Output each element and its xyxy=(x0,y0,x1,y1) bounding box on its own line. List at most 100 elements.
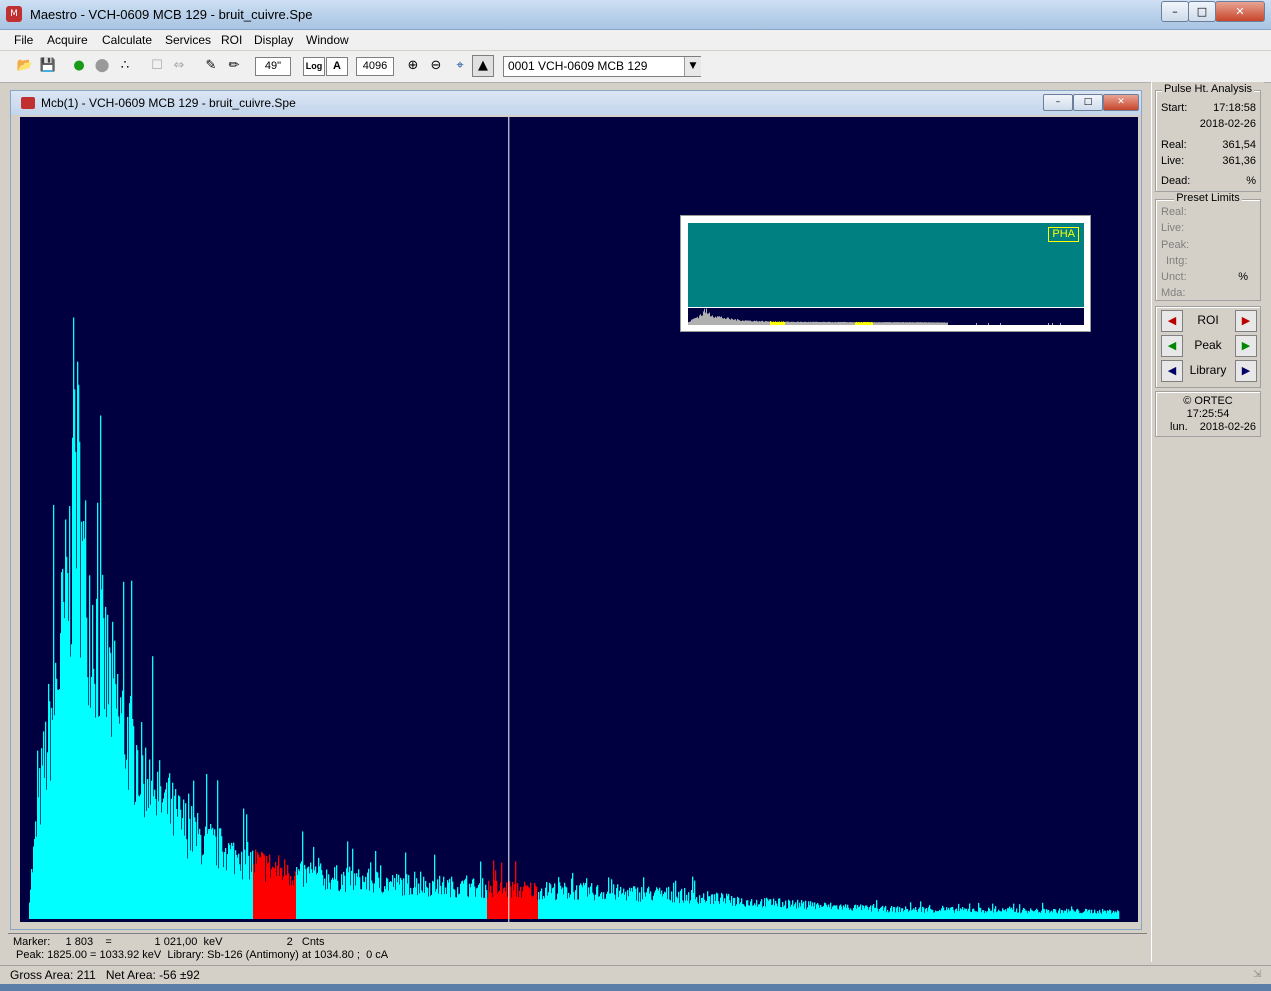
roi-prev-button[interactable]: ◀ xyxy=(1161,310,1183,332)
inset-bar xyxy=(769,321,770,325)
maestro-app-icon[interactable]: M xyxy=(6,6,22,22)
stop-acquisition-icon[interactable]: ⬤ xyxy=(91,55,113,77)
start-time: 17:18:58 xyxy=(1213,102,1256,114)
inset-bar xyxy=(825,321,826,325)
roi-clear-icon[interactable]: ✏ xyxy=(223,55,245,77)
inset-bar xyxy=(707,313,708,325)
inset-bar xyxy=(700,314,701,325)
child-restore-button[interactable]: □ xyxy=(1073,94,1103,111)
child-close-button[interactable]: ✕ xyxy=(1103,94,1139,111)
roi-mark-icon[interactable]: ✎ xyxy=(200,55,222,77)
copy-buffer-icon[interactable]: ☐ xyxy=(146,55,168,77)
inset-bar xyxy=(753,321,754,325)
toolbar: 📂 💾 ● ⬤ ∴ ☐ ⇔ ✎ ✏ 49" Log A 4096 ⊕ ⊖ ⌖ ▲… xyxy=(0,51,1271,83)
start-date: 2018-02-26 xyxy=(1199,118,1256,130)
inset-bar xyxy=(844,321,845,325)
menu-window[interactable]: Window xyxy=(306,33,349,47)
center-icon[interactable]: ⌖ xyxy=(449,55,471,77)
inset-bar xyxy=(729,319,730,325)
swap-buffer-icon[interactable]: ⇔ xyxy=(168,55,190,77)
inset-bar xyxy=(847,322,848,325)
start-acquisition-icon[interactable]: ● xyxy=(68,55,90,77)
inset-bar xyxy=(741,320,742,325)
inset-bar xyxy=(795,322,796,325)
inset-bar xyxy=(749,320,750,325)
inset-bar xyxy=(791,321,792,325)
inset-bar xyxy=(869,322,870,325)
menu-file[interactable]: File xyxy=(14,33,33,47)
inset-bar xyxy=(691,319,692,325)
inset-bar xyxy=(867,321,868,325)
inset-bar xyxy=(942,322,943,325)
peak-prev-button[interactable]: ◀ xyxy=(1161,335,1183,357)
inset-bar xyxy=(887,322,888,325)
inset-bar xyxy=(911,322,912,325)
inset-bar xyxy=(784,321,785,325)
inset-bar xyxy=(688,322,689,325)
inset-bar xyxy=(875,322,876,325)
maximize-button[interactable]: □ xyxy=(1188,1,1216,22)
inset-bar xyxy=(895,322,896,325)
marker-info: Marker: 1 803 = 1 021,00 keV 2 Cnts xyxy=(13,936,325,948)
inset-bar xyxy=(807,322,808,325)
inset-bar xyxy=(701,315,702,325)
detector-select[interactable]: 0001 VCH-0609 MCB 129 ▼ xyxy=(503,56,701,77)
inset-bar xyxy=(920,322,921,325)
spectrum-window-icon[interactable] xyxy=(21,97,35,109)
open-file-icon[interactable]: 📂 xyxy=(14,55,36,77)
save-icon[interactable]: 💾 xyxy=(37,55,59,77)
inset-bar xyxy=(767,321,768,325)
inset-bar xyxy=(872,322,873,325)
inset-bar xyxy=(773,321,774,325)
zoom-out-icon[interactable]: ⊖ xyxy=(425,55,447,77)
inset-bar xyxy=(855,322,856,325)
status-side-panel: Pulse Ht. Analysis Start: 17:18:58 2018-… xyxy=(1151,82,1264,962)
spectrum-compare-icon[interactable]: ∴ xyxy=(114,55,136,77)
fullview-icon[interactable]: ▲ xyxy=(472,55,494,77)
inset-bar xyxy=(751,321,752,325)
library-next-button[interactable]: ▶ xyxy=(1235,360,1257,382)
zoom-in-icon[interactable]: ⊕ xyxy=(402,55,424,77)
peak-next-button[interactable]: ▶ xyxy=(1235,335,1257,357)
menu-roi[interactable]: ROI xyxy=(221,33,242,47)
preset-peak-label: Peak: xyxy=(1161,239,1190,251)
inset-bar xyxy=(711,316,712,325)
vertical-scale-field[interactable]: 49" xyxy=(255,57,291,76)
detector-select-value: 0001 VCH-0609 MCB 129 xyxy=(508,59,648,73)
inset-bar xyxy=(778,321,779,325)
inset-bar xyxy=(946,322,947,325)
inset-bar xyxy=(815,321,816,325)
inset-bar xyxy=(826,322,827,325)
inset-bar xyxy=(976,323,977,325)
inset-bar xyxy=(940,322,941,325)
roi-label: ROI xyxy=(1197,313,1219,327)
horizontal-scale-field[interactable]: 4096 xyxy=(356,57,394,76)
menu-calculate[interactable]: Calculate xyxy=(102,33,152,47)
full-spectrum-inset[interactable]: PHA xyxy=(680,215,1091,332)
roi-next-button[interactable]: ▶ xyxy=(1235,310,1257,332)
chevron-down-icon[interactable]: ▼ xyxy=(684,57,701,76)
auto-scale-button[interactable]: A xyxy=(326,57,348,76)
inset-bar xyxy=(714,317,715,325)
dead-label: Dead: xyxy=(1161,175,1191,187)
resize-grip-icon[interactable]: ⇲ xyxy=(1253,969,1267,983)
inset-bar xyxy=(899,322,900,325)
library-prev-button[interactable]: ◀ xyxy=(1161,360,1183,382)
inset-bar xyxy=(914,322,915,325)
close-button[interactable]: ✕ xyxy=(1215,1,1265,22)
inset-bar xyxy=(733,319,734,325)
inset-bar xyxy=(883,322,884,325)
inset-bar xyxy=(719,316,720,325)
inset-bar xyxy=(858,322,859,325)
child-minimize-button[interactable]: – xyxy=(1043,94,1073,111)
menu-display[interactable]: Display xyxy=(254,33,293,47)
minimize-button[interactable]: – xyxy=(1161,1,1189,22)
log-scale-button[interactable]: Log xyxy=(303,57,325,76)
marker-status-area: Marker: 1 803 = 1 021,00 keV 2 Cnts Peak… xyxy=(8,933,1147,964)
inset-bar xyxy=(839,322,840,325)
menu-services[interactable]: Services xyxy=(165,33,211,47)
spectrum-plot[interactable]: PHA xyxy=(20,117,1138,922)
inset-bar xyxy=(891,322,892,325)
inset-bar xyxy=(856,321,857,325)
menu-acquire[interactable]: Acquire xyxy=(47,33,88,47)
